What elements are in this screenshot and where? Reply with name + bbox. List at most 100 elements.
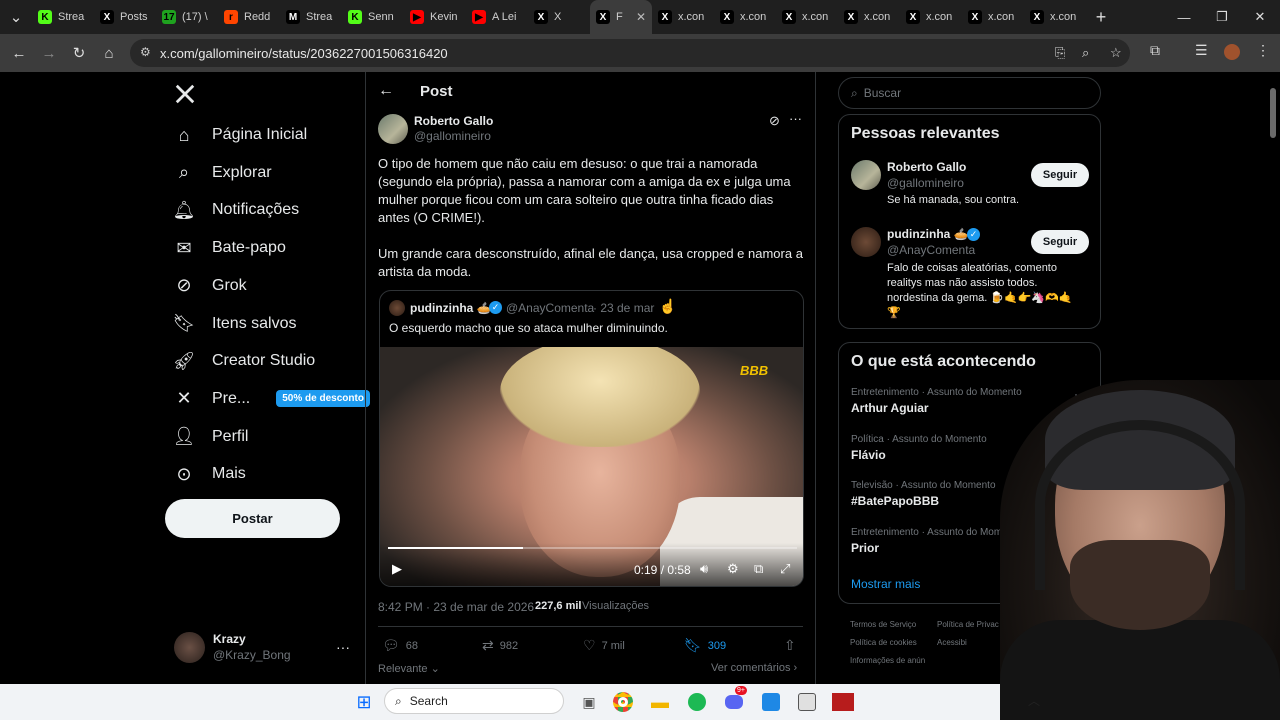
- taskbar-search[interactable]: ⌕ Search: [384, 688, 564, 714]
- person-name[interactable]: pudinzinha 🥧: [887, 227, 969, 241]
- browser-tab[interactable]: 17 (17) \: [156, 0, 218, 34]
- follow-button[interactable]: Seguir: [1031, 163, 1089, 187]
- footer-terms[interactable]: Termos de Serviço: [850, 620, 916, 629]
- person-handle[interactable]: @gallomineiro: [887, 176, 964, 190]
- browser-tab[interactable]: K Senn: [342, 0, 404, 34]
- forward-button[interactable]: →: [34, 38, 64, 68]
- trend-item[interactable]: Arthur Aguiar: [851, 401, 929, 415]
- tab-search-button[interactable]: ⌄: [0, 2, 32, 32]
- nav-item-bell[interactable]: 🔔︎ Notificações: [172, 195, 300, 225]
- video-progress-bar[interactable]: [388, 547, 797, 549]
- file-explorer-icon[interactable]: ▬: [648, 690, 672, 714]
- browser-tab[interactable]: XX: [528, 0, 590, 34]
- close-window-button[interactable]: ✕: [1240, 0, 1280, 34]
- sort-relevant-dropdown[interactable]: Relevante ⌄: [378, 662, 440, 675]
- install-app-icon[interactable]: ⎘: [1055, 45, 1065, 61]
- show-more-link[interactable]: Mostrar mais: [851, 577, 920, 591]
- author-handle[interactable]: @gallomineiro: [414, 129, 491, 143]
- author-avatar[interactable]: [378, 114, 408, 144]
- account-avatar[interactable]: [174, 632, 205, 663]
- nav-item-rocket[interactable]: 🚀︎ Creator Studio: [172, 346, 316, 376]
- browser-tab[interactable]: ▶ A Lei: [466, 0, 528, 34]
- nav-item-search[interactable]: ⌕ Explorar: [172, 158, 272, 188]
- grok-explain-icon[interactable]: ⊘: [769, 113, 780, 129]
- new-tab-button[interactable]: +: [1086, 7, 1116, 28]
- browser-tab[interactable]: Xx.con: [838, 0, 900, 34]
- app-icon[interactable]: [759, 690, 783, 714]
- profile-avatar[interactable]: [1224, 44, 1240, 60]
- share-icon[interactable]: ⇧: [784, 637, 796, 654]
- footer-privacy[interactable]: Política de Privac: [937, 620, 999, 629]
- nav-item-person[interactable]: 👤︎ Perfil: [172, 422, 249, 452]
- volume-icon[interactable]: 🔊︎: [700, 561, 708, 577]
- site-info-icon[interactable]: ⚙: [140, 45, 151, 59]
- bookmark-star-icon[interactable]: ☆: [1110, 45, 1122, 61]
- browser-tab[interactable]: Xx.con: [900, 0, 962, 34]
- person-name[interactable]: Roberto Gallo: [887, 160, 966, 174]
- post-button[interactable]: Postar: [165, 499, 340, 538]
- nav-item-more-circle[interactable]: ⊙ Mais: [172, 459, 245, 489]
- tab-close-icon[interactable]: ✕: [636, 10, 646, 24]
- play-icon[interactable]: ▶: [392, 561, 402, 577]
- nav-item-grok[interactable]: ⊘ Grok: [172, 271, 246, 301]
- follow-button[interactable]: Seguir: [1031, 230, 1089, 254]
- video-player[interactable]: BBB ▶ 0:19 / 0:58 🔊︎ ⚙ ⧉ ⤢: [380, 347, 803, 586]
- bookmark-button[interactable]: 🔖︎ 309: [684, 637, 726, 654]
- windows-start-icon[interactable]: ⊞: [352, 690, 376, 714]
- tray-chevron-icon[interactable]: ︿: [1028, 692, 1040, 709]
- fullscreen-icon[interactable]: ⤢: [780, 561, 790, 577]
- nav-item-bookmark[interactable]: 🔖︎ Itens salvos: [172, 309, 297, 339]
- trend-item[interactable]: #BatePapoBBB: [851, 494, 939, 508]
- task-view-icon[interactable]: ▣: [577, 690, 601, 714]
- repost-button[interactable]: ⇄ 982: [482, 637, 518, 654]
- nav-item-mail[interactable]: ✉ Bate-papo: [172, 233, 285, 263]
- browser-tab[interactable]: Xx.con: [962, 0, 1024, 34]
- person-avatar[interactable]: [851, 160, 881, 190]
- browser-tab[interactable]: M Strea: [280, 0, 342, 34]
- footer-ads-info[interactable]: Informações de anún: [850, 656, 925, 665]
- footer-accessibility[interactable]: Acessibi: [937, 638, 967, 647]
- spotify-icon[interactable]: [685, 690, 709, 714]
- back-arrow-icon[interactable]: ←: [378, 82, 394, 100]
- trend-item[interactable]: Prior: [851, 541, 879, 555]
- see-comments-link[interactable]: Ver comentários ›: [711, 662, 797, 674]
- browser-tab[interactable]: K Strea: [32, 0, 94, 34]
- browser-tab[interactable]: Xx.con: [1024, 0, 1086, 34]
- browser-tab[interactable]: X Posts: [94, 0, 156, 34]
- browser-tab[interactable]: Xx.con: [652, 0, 714, 34]
- person-avatar[interactable]: [851, 227, 881, 257]
- extensions-icon[interactable]: ⧉: [1150, 42, 1160, 59]
- browser-tab[interactable]: Xx.con: [714, 0, 776, 34]
- nav-item-x-logo[interactable]: ✕ Pre... 50% de desconto: [172, 384, 370, 414]
- restore-button[interactable]: ❐: [1202, 0, 1242, 34]
- account-more-button[interactable]: ···: [336, 639, 350, 655]
- nav-item-home[interactable]: ⌂ Página Inicial: [172, 120, 308, 150]
- post-more-icon[interactable]: ···: [789, 111, 802, 126]
- browser-tab[interactable]: Xx.con: [776, 0, 838, 34]
- home-button[interactable]: ⌂: [94, 38, 124, 68]
- zoom-icon[interactable]: ⌕: [1082, 45, 1089, 61]
- pip-icon[interactable]: ⧉: [754, 561, 763, 577]
- chrome-icon[interactable]: [611, 690, 635, 714]
- voicemeeter-icon[interactable]: [831, 690, 855, 714]
- quoted-post[interactable]: pudinzinha 🥧 ✓ @AnayComenta · 23 de mar …: [379, 290, 804, 587]
- reload-button[interactable]: ↻: [64, 38, 94, 68]
- page-scrollbar[interactable]: [1270, 88, 1276, 138]
- media-control-icon[interactable]: ☰: [1195, 42, 1208, 59]
- reply-button[interactable]: 💬︎ 68: [382, 637, 418, 654]
- person-handle[interactable]: @AnayComenta: [887, 243, 975, 257]
- browser-menu-icon[interactable]: ⋮: [1256, 42, 1270, 59]
- footer-cookies[interactable]: Política de cookies: [850, 638, 917, 647]
- back-button[interactable]: ←: [4, 38, 34, 68]
- app-icon[interactable]: [795, 690, 819, 714]
- trend-item[interactable]: Flávio: [851, 448, 886, 462]
- like-button[interactable]: ♡ 7 mil: [583, 637, 625, 654]
- search-input[interactable]: ⌕ Buscar: [838, 77, 1101, 109]
- x-logo-icon[interactable]: [174, 83, 196, 105]
- browser-tab[interactable]: X F ✕: [590, 0, 652, 34]
- settings-icon[interactable]: ⚙: [727, 561, 739, 577]
- url-field[interactable]: ⚙ x.com/gallomineiro/status/203622700150…: [130, 39, 1130, 67]
- author-name[interactable]: Roberto Gallo: [414, 114, 493, 128]
- minimize-button[interactable]: —: [1164, 0, 1204, 34]
- browser-tab[interactable]: ▶ Kevin: [404, 0, 466, 34]
